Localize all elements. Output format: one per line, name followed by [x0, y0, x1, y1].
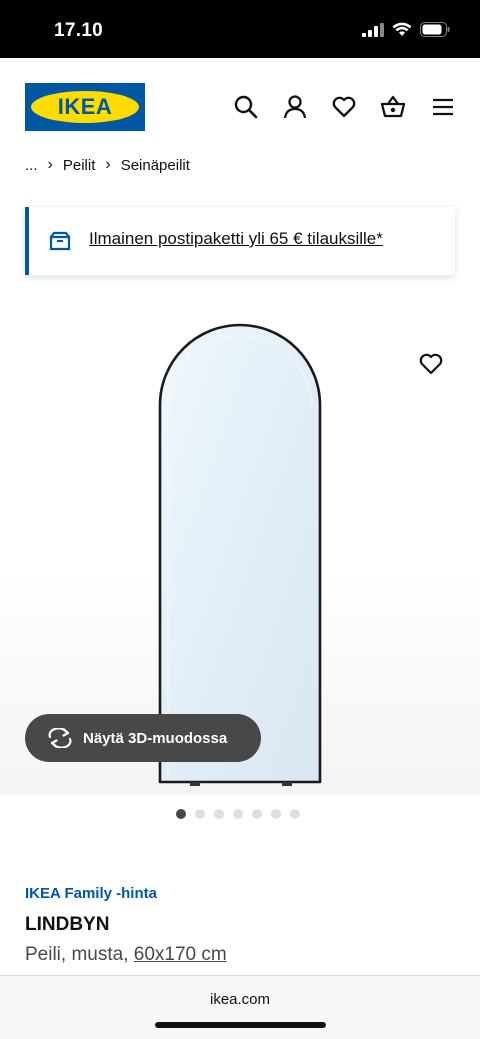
- wifi-icon: [392, 22, 412, 36]
- gallery-dot[interactable]: [233, 809, 243, 819]
- breadcrumb: ... › Peilit › Seinäpeilit: [25, 156, 190, 174]
- home-indicator[interactable]: [155, 1022, 326, 1028]
- family-price-label: IKEA Family -hinta: [25, 885, 157, 902]
- status-icons: [362, 22, 450, 37]
- gallery-dot[interactable]: [195, 809, 205, 819]
- gallery-dot[interactable]: [290, 809, 300, 819]
- battery-icon: [420, 22, 450, 37]
- breadcrumb-item-peilit[interactable]: Peilit: [63, 157, 96, 174]
- product-name: LINDBYN: [25, 914, 110, 935]
- browser-url[interactable]: ikea.com: [0, 991, 480, 1008]
- search-icon[interactable]: [233, 94, 259, 120]
- product-description-text: Peili, musta,: [25, 944, 129, 965]
- product-size-link[interactable]: 60x170 cm: [134, 944, 227, 965]
- rotate-3d-icon: [48, 728, 72, 748]
- view-3d-button[interactable]: Näytä 3D-muodossa: [25, 714, 261, 762]
- view-3d-label: Näytä 3D-muodossa: [83, 729, 228, 747]
- favourite-heart-icon[interactable]: [418, 352, 444, 376]
- gallery-dot[interactable]: [176, 809, 186, 819]
- status-bar: 17.10: [0, 0, 480, 58]
- gallery-pagination: [176, 809, 300, 819]
- gallery-dot[interactable]: [214, 809, 224, 819]
- status-time: 17.10: [54, 20, 104, 41]
- delivery-box-icon: [49, 231, 71, 251]
- signal-icon: [362, 22, 384, 37]
- basket-icon[interactable]: [380, 94, 406, 120]
- ikea-logo[interactable]: IKEA: [25, 83, 145, 131]
- product-description: Peili, musta, 60x170 cm: [25, 944, 227, 966]
- user-icon[interactable]: [282, 94, 308, 120]
- site-header: IKEA: [0, 58, 480, 158]
- breadcrumb-item-seinapeilit[interactable]: Seinäpeilit: [121, 157, 190, 174]
- gallery-dot[interactable]: [271, 809, 281, 819]
- heart-icon[interactable]: [331, 94, 357, 120]
- logo-text: IKEA: [57, 94, 113, 119]
- chevron-right-icon: ›: [47, 156, 53, 173]
- shipping-banner-link[interactable]: Ilmainen postipaketti yli 65 € tilauksil…: [89, 229, 383, 249]
- chevron-right-icon: ›: [105, 156, 111, 173]
- breadcrumb-ellipsis[interactable]: ...: [25, 157, 38, 174]
- shipping-banner[interactable]: Ilmainen postipaketti yli 65 € tilauksil…: [25, 207, 455, 275]
- browser-address-bar[interactable]: ikea.com: [0, 975, 480, 1039]
- menu-icon[interactable]: [430, 94, 456, 120]
- logo-oval: IKEA: [31, 91, 139, 123]
- gallery-dot[interactable]: [252, 809, 262, 819]
